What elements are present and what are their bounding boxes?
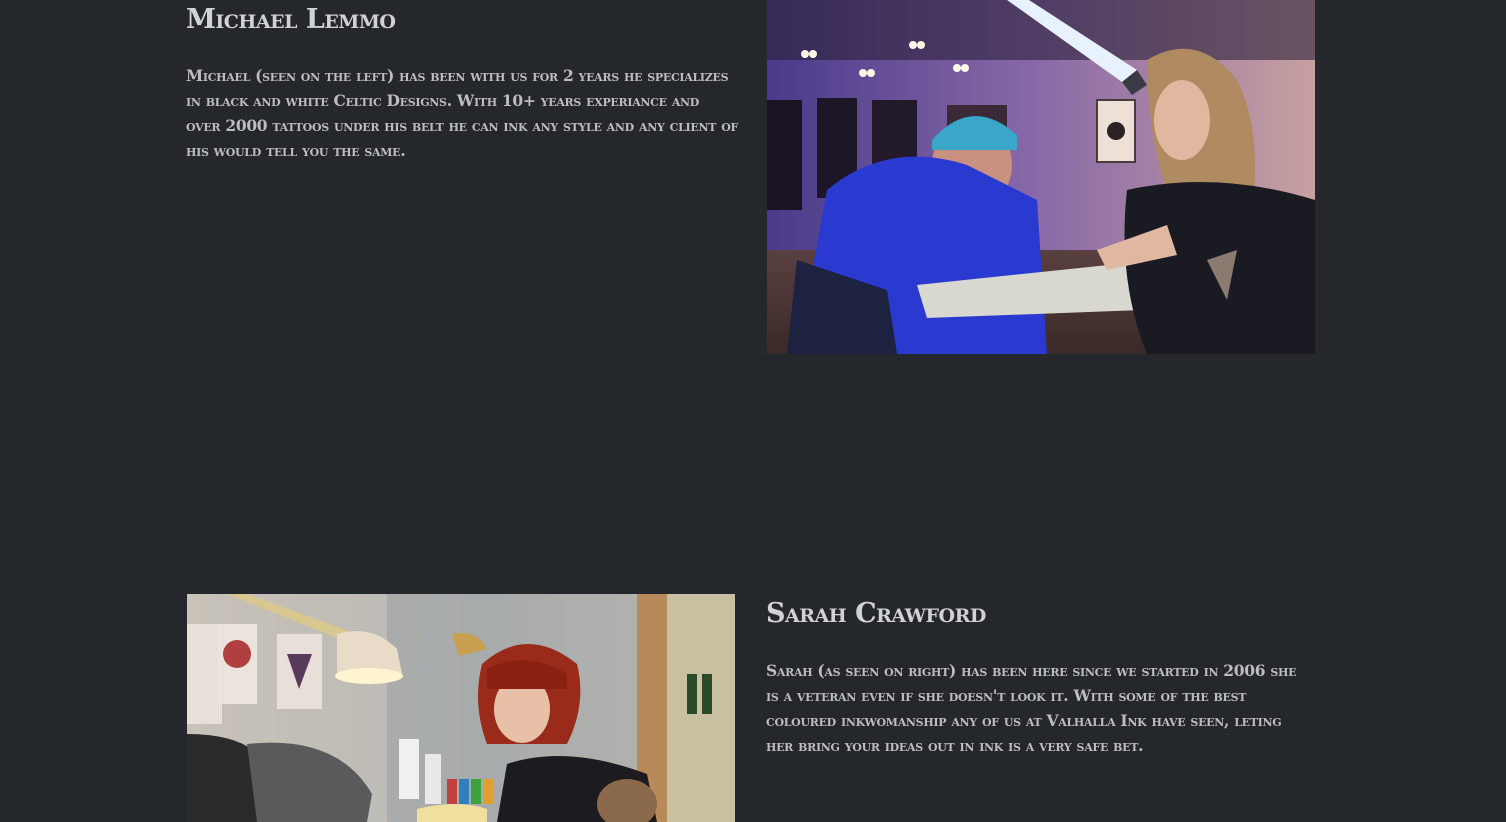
- artist-name-michael: Michael Lemmo: [186, 4, 396, 35]
- michael-tattoo-photo: [767, 0, 1315, 354]
- artist-bio-michael: Michael (seen on the left) has been with…: [186, 66, 738, 160]
- artist-bio-sarah: Sarah (as seen on right) has been here s…: [766, 661, 1297, 755]
- artist-name-sarah: Sarah Crawford: [766, 598, 986, 629]
- sarah-tattoo-photo: [187, 594, 735, 822]
